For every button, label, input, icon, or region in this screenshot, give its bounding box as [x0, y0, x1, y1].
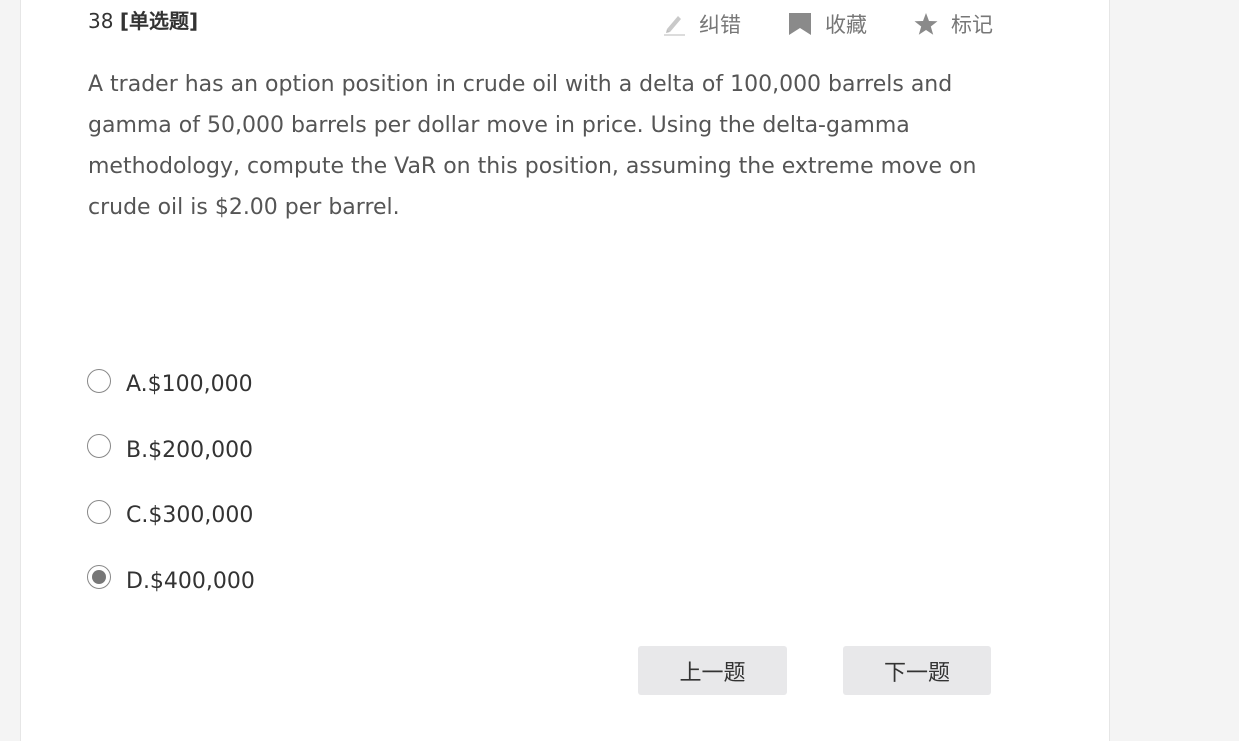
option-a-label: A.$100,000 [126, 372, 253, 398]
question-header: 38 [单选题] 纠错 收藏 标记 [88, 8, 993, 42]
question-card: 38 [单选题] 纠错 收藏 标记 A trader has an option… [20, 0, 1110, 741]
option-d-label: D.$400,000 [126, 568, 255, 594]
question-title: 38 [单选题] [88, 8, 198, 34]
option-b-radio[interactable] [87, 434, 111, 459]
option-b-label: B.$200,000 [126, 437, 254, 463]
question-number: 38 [88, 9, 114, 33]
option-c-label: C.$300,000 [126, 503, 254, 529]
option-a-radio[interactable] [87, 368, 111, 393]
answer-options: A.$100,000 B.$200,000 C.$300,000 D.$400,… [87, 352, 255, 614]
report-error-label: 纠错 [699, 13, 741, 37]
question-text: A trader has an option position in crude… [88, 72, 977, 220]
favorite-label: 收藏 [825, 13, 867, 37]
favorite-button[interactable]: 收藏 [787, 9, 867, 39]
option-b[interactable]: B.$200,000 [87, 418, 255, 484]
report-error-button[interactable]: 纠错 [661, 9, 741, 39]
mark-label: 标记 [951, 13, 993, 37]
question-toolbar: 纠错 收藏 标记 [615, 8, 993, 40]
option-d-radio[interactable] [87, 565, 111, 590]
mark-button[interactable]: 标记 [913, 9, 993, 39]
option-c-radio[interactable] [87, 499, 111, 524]
previous-question-button[interactable]: 上一题 [638, 646, 787, 695]
pencil-icon [661, 11, 687, 37]
option-d[interactable]: D.$400,000 [87, 549, 255, 615]
bookmark-icon [787, 11, 813, 37]
option-a[interactable]: A.$100,000 [87, 352, 255, 418]
next-question-button[interactable]: 下一题 [843, 646, 991, 695]
option-c[interactable]: C.$300,000 [87, 483, 255, 549]
question-type: [单选题] [119, 9, 199, 33]
star-icon [913, 11, 939, 37]
